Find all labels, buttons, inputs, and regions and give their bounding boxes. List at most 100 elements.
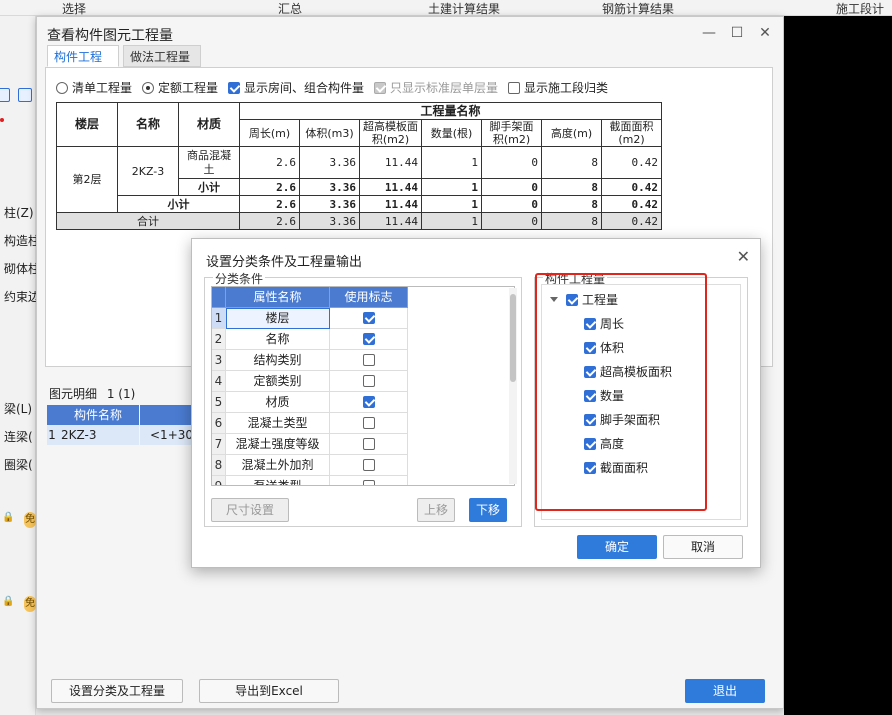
maximize-icon[interactable]: ☐ bbox=[729, 25, 745, 41]
attr-name-cell[interactable]: 楼层 bbox=[226, 308, 330, 329]
grid-row[interactable]: 3 结构类别 bbox=[212, 350, 514, 371]
detail-row-index: 1 bbox=[47, 425, 57, 445]
use-flag-cell[interactable] bbox=[330, 476, 408, 485]
checkbox-checked-icon[interactable] bbox=[584, 438, 596, 450]
grid-row[interactable]: 8 混凝土外加剂 bbox=[212, 455, 514, 476]
checkbox-checked-icon[interactable] bbox=[584, 318, 596, 330]
table-row[interactable]: 合计 2.6 3.36 11.44 1 0 8 0.42 bbox=[56, 212, 662, 230]
tree-item[interactable]: 高度 bbox=[584, 435, 624, 453]
checkbox-checked-icon[interactable] bbox=[228, 82, 240, 94]
close-icon[interactable]: ✕ bbox=[737, 247, 750, 266]
checkbox-checked-icon[interactable] bbox=[584, 390, 596, 402]
menu-select[interactable]: 选择 bbox=[62, 0, 86, 17]
nav-struct-column[interactable]: 构造柱 bbox=[4, 232, 40, 249]
grid-row[interactable]: 4 定额类别 bbox=[212, 371, 514, 392]
minimize-icon[interactable]: — bbox=[701, 25, 717, 41]
use-flag-cell[interactable] bbox=[330, 392, 408, 413]
table-row[interactable]: 小计 2.6 3.36 11.44 1 0 8 0.42 bbox=[57, 195, 662, 213]
list-icon[interactable] bbox=[18, 88, 32, 102]
checkbox-checked-icon[interactable] bbox=[584, 414, 596, 426]
tool-icon[interactable] bbox=[0, 88, 10, 102]
expand-arrow-icon[interactable] bbox=[550, 297, 558, 302]
check-show-room[interactable]: 显示房间、组合构件量 bbox=[228, 80, 364, 96]
tree-item-label: 高度 bbox=[600, 437, 625, 451]
nav-link-beam[interactable]: 连梁( bbox=[4, 428, 33, 445]
checkbox-icon[interactable] bbox=[508, 82, 520, 94]
tab-method-qty[interactable]: 做法工程量 bbox=[123, 45, 201, 67]
attr-name-cell[interactable]: 名称 bbox=[226, 329, 330, 350]
nav-ring-beam[interactable]: 圈梁( bbox=[4, 456, 33, 473]
cell-value: 8 bbox=[541, 146, 602, 179]
grid-row[interactable]: 5 材质 bbox=[212, 392, 514, 413]
use-flag-cell[interactable] bbox=[330, 455, 408, 476]
move-down-button[interactable]: 下移 bbox=[469, 498, 507, 522]
grid-row[interactable]: 1 楼层 bbox=[212, 308, 514, 329]
use-flag-cell[interactable] bbox=[330, 371, 408, 392]
tree-item[interactable]: 截面面积 bbox=[584, 459, 648, 477]
use-flag-cell[interactable] bbox=[330, 350, 408, 371]
cell-value: 0 bbox=[481, 195, 542, 213]
checkbox-checked-icon[interactable] bbox=[362, 312, 375, 324]
scroll-thumb[interactable] bbox=[510, 294, 516, 382]
cancel-button[interactable]: 取消 bbox=[663, 535, 743, 559]
use-flag-cell[interactable] bbox=[330, 434, 408, 455]
tree-item[interactable]: 周长 bbox=[584, 315, 624, 333]
nav-constraint-edge[interactable]: 约束边 bbox=[4, 288, 40, 305]
attr-name-cell[interactable]: 混凝土外加剂 bbox=[226, 455, 330, 476]
table-row[interactable]: 第2层 2KZ-3 商品混凝土 2.6 3.36 11.44 1 0 8 0.4… bbox=[56, 146, 662, 213]
header-section-area: 截面面积(m2) bbox=[601, 119, 662, 147]
nav-beam[interactable]: 梁(L) bbox=[4, 400, 32, 417]
checkbox-icon[interactable] bbox=[362, 459, 375, 471]
tree-root-label: 工程量 bbox=[582, 293, 619, 307]
set-classify-button[interactable]: 设置分类及工程量 bbox=[51, 679, 183, 703]
grid-row[interactable]: 6 混凝土类型 bbox=[212, 413, 514, 434]
checkbox-icon[interactable] bbox=[362, 417, 375, 429]
checkbox-checked-icon[interactable] bbox=[584, 342, 596, 354]
menu-rebar-result[interactable]: 钢筋计算结果 bbox=[602, 0, 674, 17]
nav-masonry-column[interactable]: 砌体柱 bbox=[4, 260, 40, 277]
use-flag-cell[interactable] bbox=[330, 329, 408, 350]
checkbox-icon[interactable] bbox=[362, 375, 375, 387]
checkbox-icon[interactable] bbox=[362, 438, 375, 450]
nav-column[interactable]: 柱(Z) bbox=[4, 204, 34, 221]
tab-component-qty[interactable]: 构件工程量 bbox=[47, 45, 119, 86]
attr-name-cell[interactable]: 混凝土强度等级 bbox=[226, 434, 330, 455]
checkbox-checked-icon[interactable] bbox=[362, 333, 375, 345]
tree-item[interactable]: 体积 bbox=[584, 339, 624, 357]
detail-row-name[interactable]: 2KZ-3 bbox=[57, 425, 139, 445]
attr-name-cell[interactable]: 混凝土类型 bbox=[226, 413, 330, 434]
grid-row[interactable]: 9 泵送类型 bbox=[212, 476, 514, 485]
tree-item[interactable]: 数量 bbox=[584, 387, 624, 405]
tree-item[interactable]: 超高模板面积 bbox=[584, 363, 672, 381]
tree-root[interactable]: 工程量 bbox=[550, 291, 618, 309]
use-flag-cell[interactable] bbox=[330, 413, 408, 434]
ok-button[interactable]: 确定 bbox=[577, 535, 657, 559]
attr-name-cell[interactable]: 结构类别 bbox=[226, 350, 330, 371]
attr-name-cell[interactable]: 定额类别 bbox=[226, 371, 330, 392]
attr-name-cell[interactable]: 泵送类型 bbox=[226, 476, 330, 485]
radio-selected-icon[interactable] bbox=[142, 82, 154, 94]
exit-button[interactable]: 退出 bbox=[685, 679, 765, 703]
radio-icon[interactable] bbox=[56, 82, 68, 94]
checkbox-checked-icon[interactable] bbox=[584, 462, 596, 474]
use-flag-cell[interactable] bbox=[330, 308, 408, 329]
check-show-section[interactable]: 显示施工段归类 bbox=[508, 80, 608, 96]
checkbox-icon[interactable] bbox=[362, 480, 375, 485]
menu-civil-result[interactable]: 土建计算结果 bbox=[428, 0, 500, 17]
attr-name-cell[interactable]: 材质 bbox=[226, 392, 330, 413]
menu-summary[interactable]: 汇总 bbox=[278, 0, 302, 17]
checkbox-icon[interactable] bbox=[362, 354, 375, 366]
export-excel-button[interactable]: 导出到Excel bbox=[199, 679, 339, 703]
row-index: 5 bbox=[212, 392, 226, 413]
checkbox-checked-icon[interactable] bbox=[362, 396, 375, 408]
checkbox-checked-icon[interactable] bbox=[566, 294, 578, 306]
grid-scrollbar[interactable] bbox=[509, 288, 517, 484]
grid-row[interactable]: 7 混凝土强度等级 bbox=[212, 434, 514, 455]
close-icon[interactable]: ✕ bbox=[757, 25, 773, 41]
cell-value: 11.44 bbox=[359, 146, 422, 179]
radio-quota-qty[interactable]: 定额工程量 bbox=[142, 80, 218, 96]
radio-list-qty[interactable]: 清单工程量 bbox=[56, 80, 132, 96]
tree-item[interactable]: 脚手架面积 bbox=[584, 411, 660, 429]
grid-row[interactable]: 2 名称 bbox=[212, 329, 514, 350]
checkbox-checked-icon[interactable] bbox=[584, 366, 596, 378]
